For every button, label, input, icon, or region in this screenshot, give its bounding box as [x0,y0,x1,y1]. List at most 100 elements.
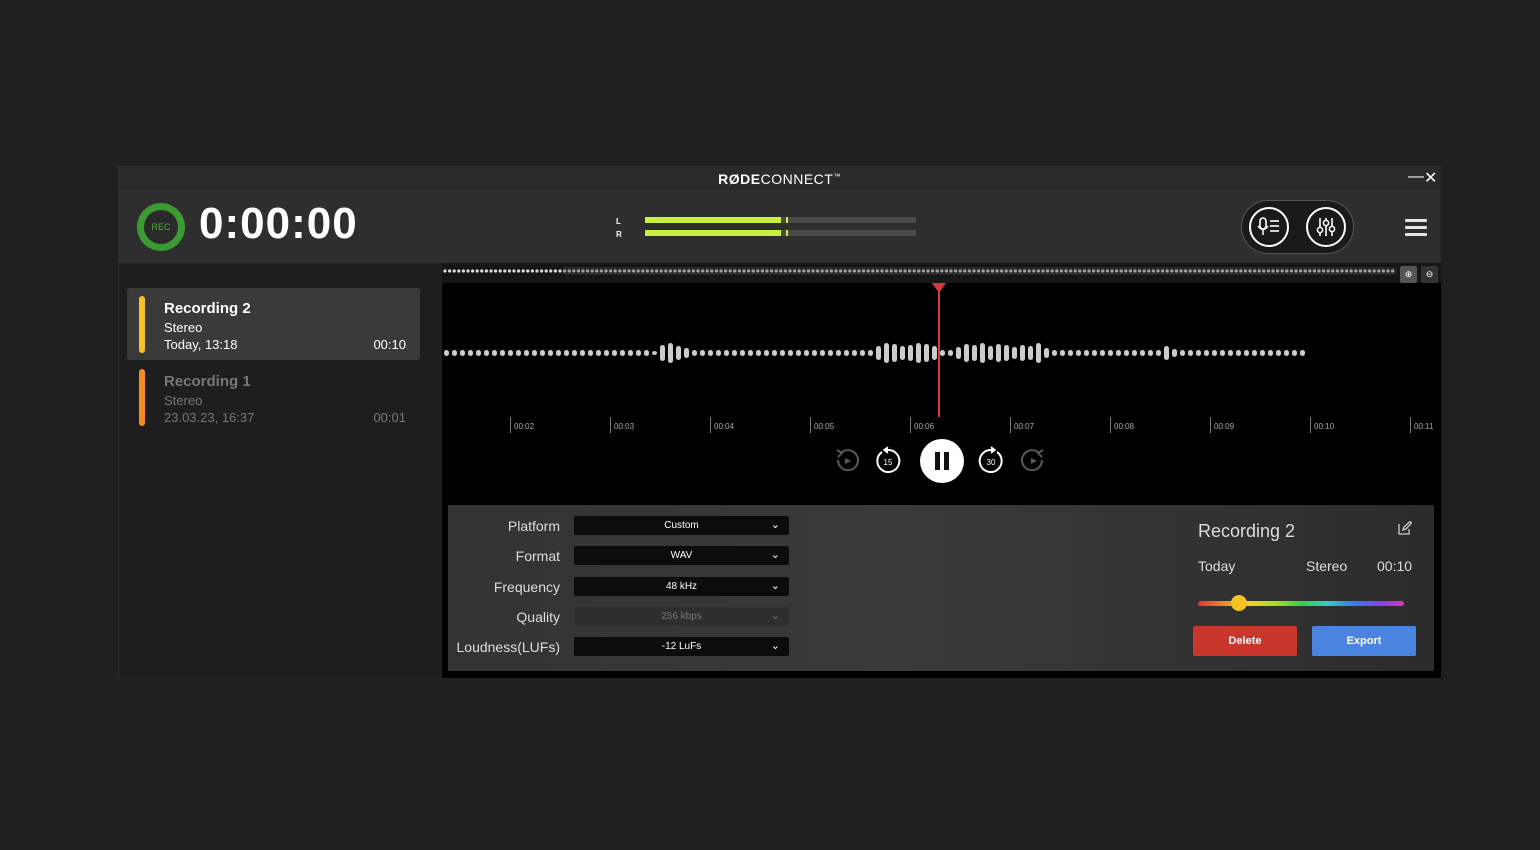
skip-forward-30-button[interactable]: 30 [975,445,1007,477]
time-tick-label: 00:07 [1014,422,1035,431]
meter-right-fill [645,230,781,236]
record-label: REC [144,210,178,244]
time-tick-label: 00:02 [514,422,535,431]
loudness-select[interactable]: -12 LuFs ⌄ [574,637,789,656]
skip-back-15-button[interactable]: 15 [872,445,904,477]
forward-arrow-icon [1021,449,1044,472]
time-tick-label: 00:04 [714,422,735,431]
skip-back-icon: 15 [876,446,901,473]
zoom-out-icon[interactable]: ⊖ [1421,266,1438,283]
level-meter: L R [616,217,926,241]
loudness-row: Loudness(LUFs) -12 LuFs ⌄ [448,637,793,659]
app-logo: RØDECONNECT™ [718,171,841,187]
time-tick: 00:10 [1310,417,1334,433]
loudness-value: -12 LuFs [661,641,702,652]
platform-label: Platform [507,518,560,534]
meter-right-label: R [616,230,622,239]
recordings-list: Recording 2 Stereo Today, 13:18 00:10 Re… [119,263,442,678]
recording-type: Stereo [164,320,203,335]
time-tick-label: 00:06 [914,422,935,431]
time-tick: 00:03 [610,417,634,433]
mixer-mode-button[interactable] [1306,207,1346,247]
recording-color-bar [139,369,145,426]
waveform-overview-scrollbar[interactable]: ⊕ ⊖ [442,263,1441,283]
time-tick-label: 00:11 [1414,422,1434,431]
hamburger-menu-icon[interactable] [1405,219,1427,237]
time-tick-label: 00:08 [1114,422,1135,431]
meter-left-label: L [616,217,621,226]
time-tick: 00:11 [1410,417,1433,433]
title-bar: RØDECONNECT™ — ✕ [119,167,1440,191]
rewind-arrow-icon [836,449,859,472]
frequency-row: Frequency 48 kHz ⌄ [448,577,793,599]
summary-type: Stereo [1306,558,1348,574]
time-tick: 00:02 [510,417,534,433]
playhead-line[interactable] [938,283,940,417]
pause-button[interactable] [920,439,964,483]
minimize-button[interactable]: — [1408,168,1424,186]
skip-back-label: 15 [884,458,893,467]
chevron-down-icon: ⌄ [770,519,780,531]
loudness-label: Loudness(LUFs) [456,639,561,655]
time-tick-label: 00:10 [1314,422,1335,431]
close-button[interactable]: ✕ [1424,168,1437,188]
skip-forward-icon: 30 [978,446,1003,473]
skip-to-start-button[interactable] [831,445,863,477]
app-window: RØDECONNECT™ — ✕ REC 0:00:00 L R Recordi… [118,166,1441,678]
quality-label: Quality [516,609,560,625]
format-row: Format WAV ⌄ [448,546,793,568]
frequency-select[interactable]: 48 kHz ⌄ [574,577,789,596]
time-tick-label: 00:05 [814,422,835,431]
frequency-value: 48 kHz [665,581,698,592]
meter-right-track [645,230,916,236]
delete-button[interactable]: Delete [1193,626,1297,656]
meter-left-peak [785,217,788,223]
quality-select: 256 kbps ⌄ [574,607,789,626]
skip-forward-label: 30 [987,458,996,467]
chevron-down-icon: ⌄ [770,610,780,622]
recording-item-2[interactable]: Recording 2 Stereo Today, 13:18 00:10 [127,288,420,360]
meter-right-peak [785,230,788,236]
export-panel: Platform Custom ⌄ Format WAV ⌄ Frequency 4… [448,505,1434,671]
header-bar: REC 0:00:00 L R [119,191,1440,263]
time-tick-label: 00:09 [1214,422,1235,431]
zoom-in-icon[interactable]: ⊕ [1400,266,1417,283]
mic-list-mode-button[interactable] [1249,207,1289,247]
platform-select[interactable]: Custom ⌄ [574,516,789,535]
quality-row: Quality 256 kbps ⌄ [448,607,793,629]
summary-title: Recording 2 [1198,521,1296,541]
time-tick: 00:07 [1010,417,1034,433]
summary-duration: 00:10 [1377,558,1413,574]
skip-to-end-button[interactable] [1017,445,1049,477]
recording-type: Stereo [164,393,203,408]
time-tick: 00:05 [810,417,834,433]
frequency-label: Frequency [493,579,560,595]
recording-name: Recording 1 [164,373,251,390]
record-button[interactable]: REC [137,203,185,251]
overview-dots [443,267,1397,275]
edit-icon[interactable] [1398,521,1412,535]
time-tick-label: 00:03 [614,422,635,431]
recording-name: Recording 2 [164,300,251,317]
recording-duration: 00:01 [373,410,406,425]
recording-item-1[interactable]: Recording 1 Stereo 23.03.23, 16:37 00:01 [127,361,420,433]
time-tick: 00:04 [710,417,734,433]
recording-duration: 00:10 [373,337,406,352]
view-mode-toggle [1241,200,1354,254]
summary-date: Today [1198,558,1236,574]
format-label: Format [515,548,560,564]
recording-date: 23.03.23, 16:37 [164,410,255,425]
color-tag-thumb[interactable] [1231,595,1248,611]
time-tick: 00:09 [1210,417,1234,433]
time-tick: 00:08 [1110,417,1134,433]
meter-left-fill [645,217,781,223]
format-select[interactable]: WAV ⌄ [574,546,789,565]
platform-value: Custom [664,520,699,531]
mic-list-icon [1257,217,1279,235]
color-tag-slider[interactable] [1198,595,1404,611]
time-tick: 00:06 [910,417,934,433]
transport-controls: 15 30 [442,439,1441,485]
mixer-sliders-icon [1316,218,1336,236]
export-button[interactable]: Export [1312,626,1416,656]
format-value: WAV [670,550,693,561]
